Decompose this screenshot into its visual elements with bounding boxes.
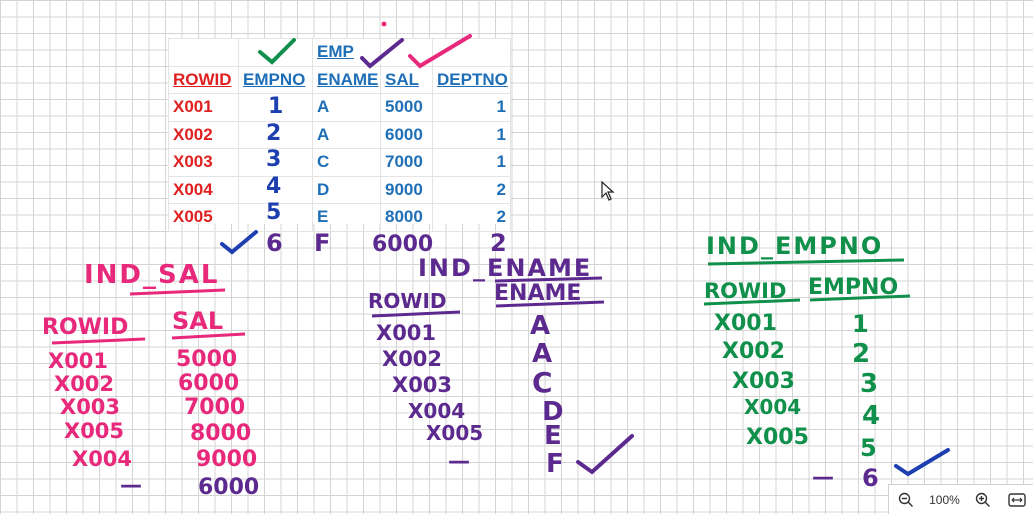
ind-sal-value: 5000 (176, 347, 237, 372)
whiteboard-canvas[interactable]: EMP ROWID EMPNO ENAME SAL DEPTNO X001 A … (0, 0, 1033, 514)
ind-sal-rowid: X003 (60, 395, 120, 419)
ind-ename-rowid: X003 (392, 373, 452, 397)
ind-sal-value: 9000 (196, 447, 257, 472)
ind-empno-value: 4 (862, 401, 880, 431)
annotation-layer: 1 2 3 4 5 6 F 6000 2 IND_SAL ROWID SAL X… (42, 21, 950, 500)
ind-sal-rowid: X002 (54, 372, 114, 396)
fit-to-screen-button[interactable] (1006, 489, 1028, 511)
zoom-out-icon (898, 492, 914, 507)
new-row-deptno: 2 (490, 229, 507, 257)
zoom-level: 100% (929, 492, 960, 507)
checkmark-icon (408, 34, 472, 69)
ind-sal-title: IND_SAL (84, 260, 219, 290)
zoom-controls: 100% (888, 484, 1033, 514)
ind-empno-rowid: X002 (722, 339, 785, 364)
ind-empno-rowid-header: ROWID (704, 279, 786, 303)
ind-ename-value: A (532, 339, 552, 369)
ind-empno-value: 1 (852, 310, 869, 338)
ind-sal-value: 7000 (184, 395, 245, 420)
pen-dot (381, 21, 387, 27)
ind-empno-rowid: — (812, 465, 834, 490)
new-row-empno: 6 (266, 229, 283, 257)
ind-ename-rowid-header: ROWID (368, 289, 447, 313)
empno-digit: 1 (268, 94, 283, 119)
zoom-in-button[interactable] (972, 489, 994, 511)
ind-empno-rowid: X005 (746, 425, 809, 450)
ind-empno-rowid: X004 (744, 395, 801, 419)
zoom-out-button[interactable] (895, 489, 917, 511)
ind-sal-rowid: X004 (72, 447, 132, 471)
ind-ename-value: A (530, 311, 550, 341)
ind-empno-value: 2 (852, 339, 870, 369)
ind-empno-rowid: X001 (714, 311, 777, 336)
ind-sal-sal-header: SAL (172, 307, 223, 335)
empno-digit: 3 (266, 147, 281, 172)
empno-digit: 4 (266, 174, 281, 199)
ind-ename-rowid: X004 (408, 399, 465, 423)
ind-sal-value: 6000 (198, 475, 259, 500)
ind-empno-value: 6 (862, 464, 879, 492)
zoom-in-icon (975, 492, 990, 507)
ind-sal-value: 6000 (178, 371, 239, 396)
ind-empno-title: IND_EMPNO (706, 232, 883, 260)
pointer-cursor-icon (601, 180, 615, 206)
ind-empno-value: 3 (860, 369, 878, 399)
empno-digit: 2 (266, 121, 281, 146)
ind-ename-rowid: X002 (382, 347, 442, 371)
ind-sal-rowid: — (120, 473, 142, 498)
ind-ename-value: C (532, 366, 553, 399)
ind-empno-value: 5 (860, 434, 877, 462)
ind-ename-rowid: X001 (376, 321, 436, 345)
ind-sal-rowid: X001 (48, 349, 108, 373)
checkmark-icon (576, 434, 634, 475)
ind-sal-value: 8000 (190, 421, 251, 446)
new-row-ename: F (314, 229, 330, 257)
empno-digit: 5 (266, 200, 281, 225)
ind-empno-rowid: X003 (732, 369, 795, 394)
ind-ename-value: E (544, 421, 562, 451)
ind-ename-rowid: X005 (426, 421, 483, 445)
checkmark-icon (220, 230, 258, 255)
checkmark-icon (258, 38, 296, 65)
checkmark-icon (894, 448, 950, 477)
ind-sal-rowid: X005 (64, 419, 124, 443)
ind-ename-value: F (546, 449, 564, 479)
ind-sal-rowid-header: ROWID (42, 315, 128, 340)
checkmark-icon (360, 38, 404, 69)
ind-ename-rowid: — (448, 449, 470, 474)
fit-to-screen-icon (1008, 492, 1026, 507)
